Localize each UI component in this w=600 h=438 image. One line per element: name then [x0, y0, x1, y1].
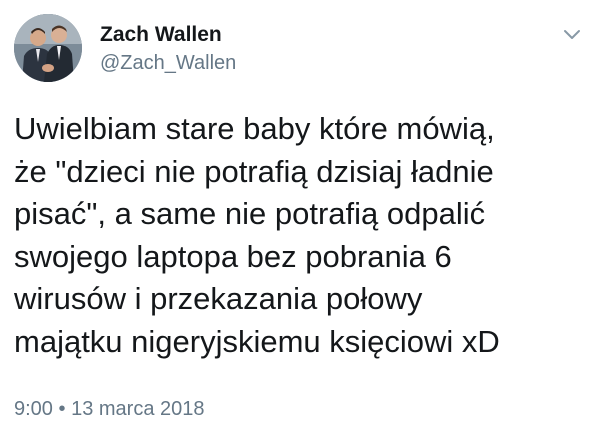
author-handle[interactable]: @Zach_Wallen — [100, 50, 236, 76]
tweet-date: 13 marca 2018 — [71, 398, 205, 420]
tweet-text-line: majątku nigeryjskiemu księciowi xD — [14, 323, 500, 359]
tweet-card: Zach Wallen @Zach_Wallen Uwielbiam stare… — [0, 0, 600, 438]
timestamp-separator: • — [58, 398, 66, 420]
avatar[interactable] — [14, 14, 82, 82]
tweet-timestamp[interactable]: 9:00 • 13 marca 2018 — [14, 396, 205, 422]
tweet-text-line: swojego laptopa bez pobrania 6 — [14, 238, 452, 274]
avatar-photo-icon — [14, 14, 82, 82]
author-display-name[interactable]: Zach Wallen — [100, 22, 236, 48]
tweet-text-line: Uwielbiam stare baby które mówią, — [14, 111, 495, 146]
tweet-text: Uwielbiam stare baby które mówią, że "dz… — [14, 108, 594, 363]
tweet-time: 9:00 — [14, 398, 53, 420]
tweet-menu-button[interactable] — [560, 24, 584, 44]
tweet-text-line: że "dzieci nie potrafią dzisiaj ładnie — [14, 153, 494, 189]
tweet-text-line: wirusów i przekazania połowy — [14, 281, 423, 316]
author-block: Zach Wallen @Zach_Wallen — [100, 22, 236, 76]
tweet-text-line: pisać", a same nie potrafią odpalić — [14, 196, 486, 231]
chevron-down-icon — [564, 30, 580, 39]
